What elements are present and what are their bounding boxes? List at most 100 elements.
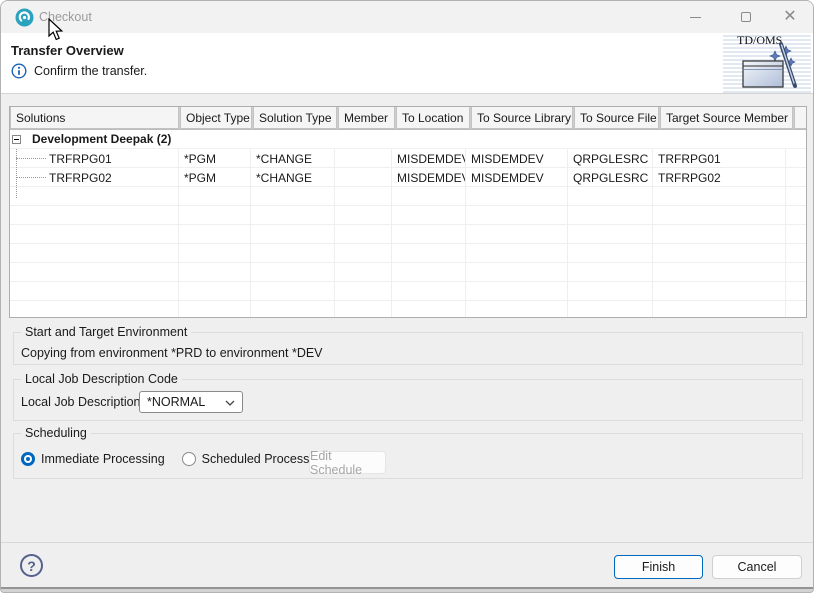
table-cell bbox=[251, 206, 335, 224]
table-cell bbox=[179, 282, 251, 300]
maximize-button[interactable] bbox=[724, 1, 768, 33]
table-cell bbox=[653, 282, 786, 300]
checkout-dialog: Checkout ✕ Transfer Overview Confirm the… bbox=[0, 0, 814, 593]
column-header-object-type[interactable]: Object Type bbox=[180, 107, 252, 129]
column-header-to-location[interactable]: To Location bbox=[396, 107, 470, 129]
footer-separator bbox=[1, 542, 813, 543]
table-cell bbox=[251, 244, 335, 262]
job-description-groupbox: Local Job Description Code Local Job Des… bbox=[13, 379, 803, 421]
table-cell bbox=[251, 282, 335, 300]
table-empty-row bbox=[10, 244, 806, 263]
table-cell bbox=[392, 263, 466, 281]
table-cell bbox=[568, 206, 653, 224]
job-description-value: *NORMAL bbox=[147, 395, 205, 409]
close-button[interactable]: ✕ bbox=[768, 1, 812, 33]
table-cell bbox=[179, 263, 251, 281]
table-cell bbox=[335, 206, 392, 224]
table-cell bbox=[179, 225, 251, 243]
tree-horizontal-line bbox=[16, 177, 46, 178]
table-cell bbox=[466, 301, 568, 318]
table-cell bbox=[466, 263, 568, 281]
table-cell: TRFRPG01 bbox=[653, 149, 786, 167]
environment-text: Copying from environment *PRD to environ… bbox=[21, 346, 323, 360]
table-cell bbox=[466, 282, 568, 300]
table-cell: MISDEMDEV bbox=[466, 168, 568, 186]
page-title: Transfer Overview bbox=[11, 43, 124, 58]
info-message: Confirm the transfer. bbox=[34, 64, 147, 78]
table-cell bbox=[10, 263, 179, 281]
column-header-to-source-library[interactable]: To Source Library bbox=[471, 107, 573, 129]
column-header-solutions[interactable]: Solutions bbox=[10, 107, 179, 129]
column-header-target-source-member[interactable]: Target Source Member bbox=[660, 107, 793, 129]
minimize-button[interactable] bbox=[673, 1, 717, 33]
table-cell bbox=[392, 206, 466, 224]
cancel-button[interactable]: Cancel bbox=[712, 555, 802, 579]
wizard-header: Transfer Overview Confirm the transfer. … bbox=[1, 33, 813, 94]
table-cell bbox=[335, 225, 392, 243]
table-cell bbox=[251, 263, 335, 281]
mouse-cursor bbox=[47, 18, 67, 44]
column-header-to-source-file[interactable]: To Source File bbox=[574, 107, 659, 129]
table-cell bbox=[335, 168, 392, 186]
maximize-icon bbox=[741, 12, 751, 22]
table-cell bbox=[568, 282, 653, 300]
table-cell bbox=[335, 282, 392, 300]
table-cell: *PGM bbox=[179, 149, 251, 167]
table-cell bbox=[466, 206, 568, 224]
table-cell bbox=[568, 301, 653, 318]
table-cell bbox=[251, 301, 335, 318]
table-empty-row bbox=[10, 282, 806, 301]
job-description-label: Local Job Description bbox=[21, 395, 141, 409]
table-cell bbox=[392, 282, 466, 300]
table-cell bbox=[335, 187, 392, 205]
tree-vertical-line bbox=[16, 149, 17, 198]
info-icon bbox=[11, 63, 27, 79]
table-cell bbox=[179, 244, 251, 262]
table-cell bbox=[335, 301, 392, 318]
table-cell: TRFRPG02 bbox=[653, 168, 786, 186]
column-header-solution-type[interactable]: Solution Type bbox=[253, 107, 337, 129]
table-cell bbox=[466, 187, 568, 205]
minimize-icon bbox=[690, 17, 701, 18]
table-cell: *CHANGE bbox=[251, 149, 335, 167]
table-cell bbox=[10, 206, 179, 224]
chevron-down-icon bbox=[225, 400, 235, 406]
table-cell bbox=[179, 206, 251, 224]
tree-group-row[interactable]: Development Deepak (2) bbox=[10, 130, 806, 149]
table-cell bbox=[392, 187, 466, 205]
table-cell bbox=[653, 263, 786, 281]
table-cell: MISDEMDEV bbox=[392, 168, 466, 186]
collapse-minus-icon[interactable] bbox=[12, 135, 21, 144]
column-header-member[interactable]: Member bbox=[338, 107, 395, 129]
finish-button[interactable]: Finish bbox=[614, 555, 703, 579]
scheduled-processing-label: Scheduled Processing bbox=[202, 452, 326, 466]
table-cell bbox=[653, 225, 786, 243]
table-cell bbox=[10, 187, 179, 205]
table-row[interactable]: TRFRPG01*PGM*CHANGEMISDEMDEVMISDEMDEVQRP… bbox=[10, 149, 806, 168]
help-button[interactable]: ? bbox=[20, 554, 43, 577]
table-cell bbox=[653, 301, 786, 318]
window-bottom-edge bbox=[1, 587, 813, 592]
edit-schedule-button[interactable]: Edit Schedule bbox=[309, 451, 386, 474]
scheduling-legend: Scheduling bbox=[21, 426, 91, 441]
scheduled-processing-radio[interactable] bbox=[182, 452, 196, 466]
table-row[interactable]: TRFRPG02*PGM*CHANGEMISDEMDEVMISDEMDEVQRP… bbox=[10, 168, 806, 187]
table-cell bbox=[392, 301, 466, 318]
column-header-filler bbox=[794, 107, 806, 129]
table-cell bbox=[568, 244, 653, 262]
environment-groupbox: Start and Target Environment Copying fro… bbox=[13, 332, 803, 365]
immediate-processing-radio[interactable] bbox=[21, 452, 35, 466]
tdoms-logo: TD/OMS bbox=[723, 31, 811, 93]
table-cell bbox=[10, 244, 179, 262]
table-cell bbox=[179, 187, 251, 205]
table-cell bbox=[653, 187, 786, 205]
table-empty-row bbox=[10, 206, 806, 225]
table-cell bbox=[335, 244, 392, 262]
table-cell: QRPGLESRC bbox=[568, 168, 653, 186]
job-description-select[interactable]: *NORMAL bbox=[139, 391, 243, 413]
table-cell: *CHANGE bbox=[251, 168, 335, 186]
table-empty-row bbox=[10, 225, 806, 244]
table-empty-row bbox=[10, 263, 806, 282]
table-cell bbox=[392, 244, 466, 262]
table-cell bbox=[653, 206, 786, 224]
